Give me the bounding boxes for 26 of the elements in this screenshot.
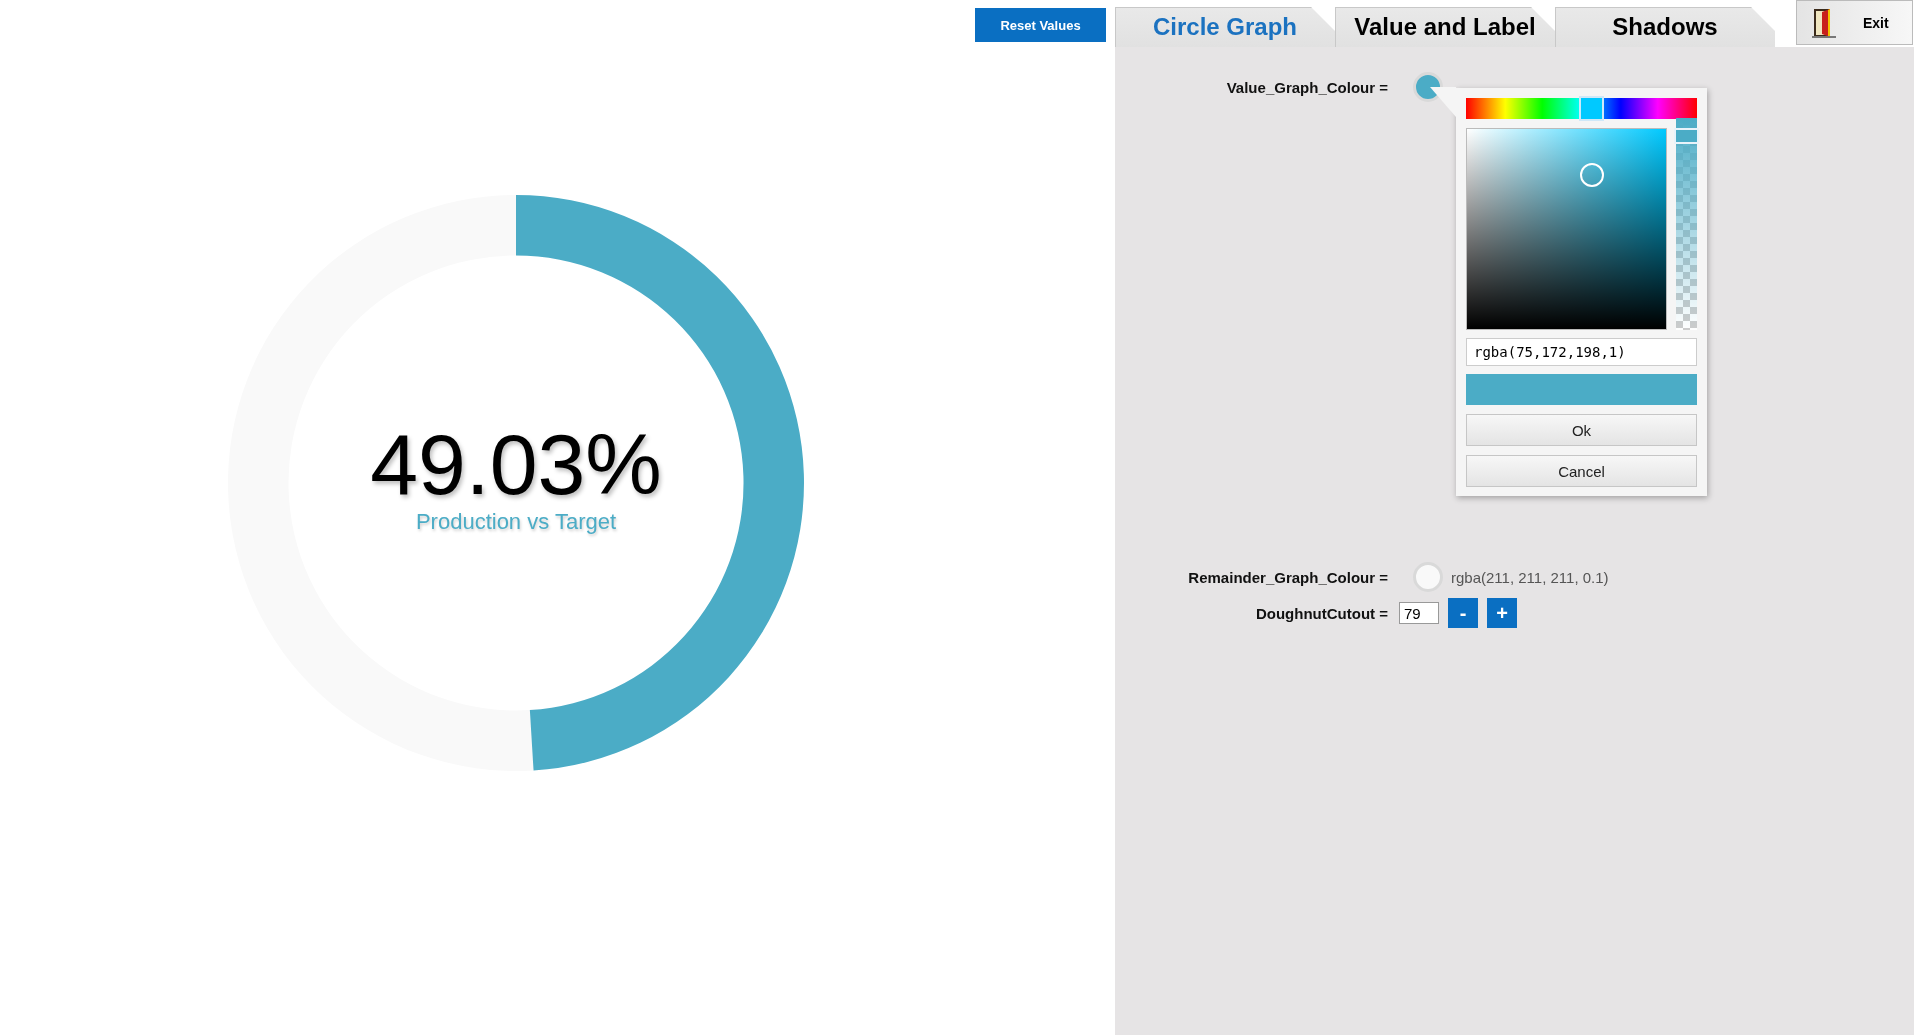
color-value: rgba(211, 211, 211, 0.1) <box>1451 568 1609 586</box>
setting-label: DoughnutCutout = <box>1254 604 1388 622</box>
tab[interactable]: Shadows <box>1555 7 1775 47</box>
reset-button[interactable]: Reset Values <box>975 8 1106 42</box>
alpha-slider[interactable] <box>1676 118 1697 330</box>
decrement-button[interactable]: - <box>1448 598 1478 628</box>
percentage-value: 49.03% <box>370 419 662 509</box>
exit-button[interactable]: Exit <box>1796 0 1913 45</box>
cancel-button[interactable]: Cancel <box>1466 455 1697 487</box>
chart-caption: Production vs Target <box>415 509 617 535</box>
color-input-field[interactable]: rgba(75,172,198,1) <box>1466 338 1697 366</box>
setting-label: Remainder_Graph_Colour = <box>1187 568 1388 586</box>
picker-handle-icon[interactable] <box>1579 162 1604 187</box>
setting-label: Value_Graph_Colour = <box>1225 78 1388 96</box>
increment-button[interactable]: + <box>1487 598 1517 628</box>
hue-slider[interactable] <box>1466 98 1697 119</box>
door-icon <box>1811 6 1837 39</box>
color-swatch[interactable] <box>1413 72 1443 102</box>
alpha-thumb[interactable] <box>1674 128 1699 144</box>
ok-button[interactable]: Ok <box>1466 414 1697 446</box>
number-field[interactable]: 79 <box>1399 602 1439 624</box>
tab[interactable]: Value and Label <box>1335 7 1555 47</box>
hue-thumb[interactable] <box>1578 96 1604 121</box>
saturation-area[interactable] <box>1466 128 1667 330</box>
color-swatch[interactable] <box>1413 562 1443 592</box>
tab[interactable]: Circle Graph <box>1115 7 1335 47</box>
